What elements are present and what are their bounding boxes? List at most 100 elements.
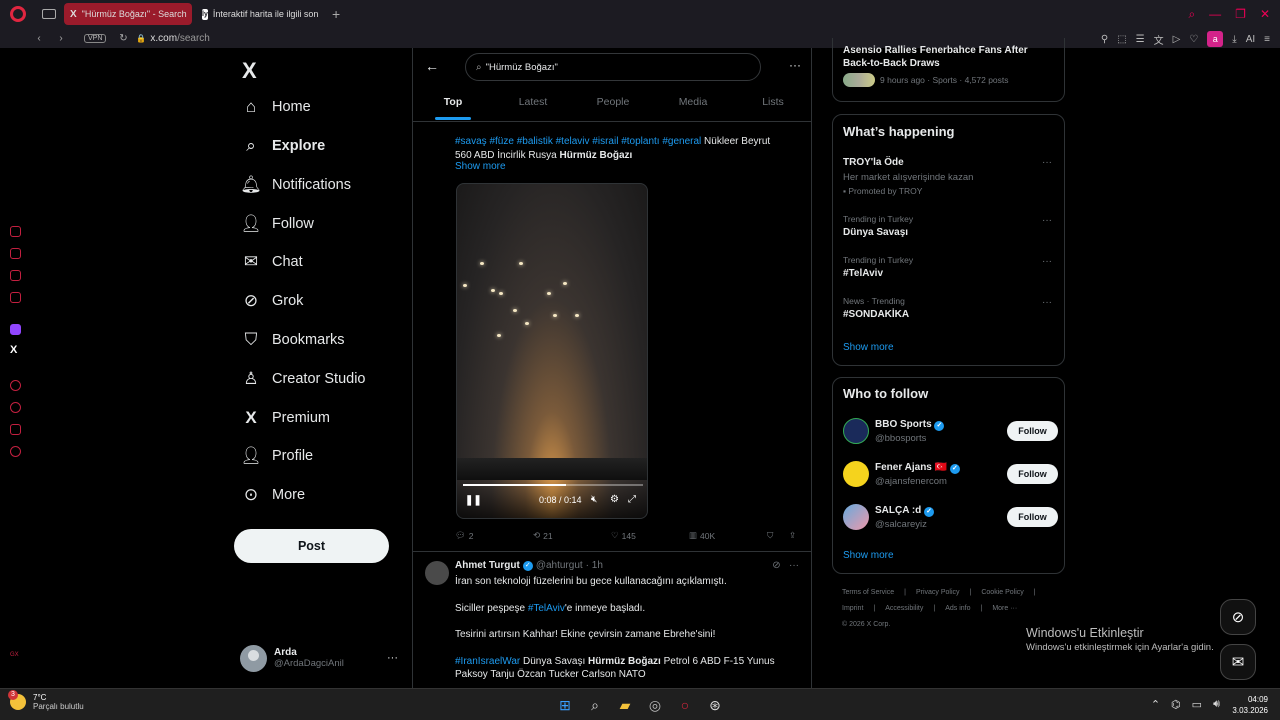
back-icon[interactable]: ‹ [30, 33, 48, 44]
display-icon[interactable]: ▭ [1192, 698, 1202, 711]
gx-icon[interactable]: GX [10, 652, 19, 658]
footer-link[interactable]: More ··· [992, 605, 1017, 612]
steam-icon[interactable]: ◎ [646, 696, 664, 714]
share-button[interactable]: ⇪ [789, 530, 796, 541]
follow-button[interactable]: Follow [1007, 421, 1058, 441]
back-arrow-icon[interactable]: ← [425, 58, 439, 74]
heart-icon[interactable]: ♡ [1189, 34, 1198, 45]
nav-creator-studio[interactable]: ♙ Creator Studio [240, 364, 365, 394]
easy-setup-icon[interactable]: ☰ [1136, 34, 1145, 45]
weather-widget[interactable]: 3 7°C Parçalı bulutlu [8, 690, 84, 711]
grok-fab-icon[interactable]: ⊘ [1220, 599, 1256, 635]
nav-follow[interactable]: 👤︎ Follow [240, 209, 314, 239]
footer-link[interactable]: Privacy Policy [916, 589, 960, 596]
tab-latest[interactable]: Latest [493, 90, 573, 122]
retweet-button[interactable]: ⟲ 21 [533, 530, 553, 541]
tab-lists[interactable]: Lists [733, 90, 811, 122]
ai-button[interactable]: AI [1246, 34, 1255, 45]
follow-suggestion[interactable]: BBO Sports ✓ @bbosports Follow [843, 418, 1058, 446]
close-icon[interactable]: ✕ [1260, 7, 1270, 22]
tab-inactive[interactable]: ly İnteraktif harita ile ilgili son [196, 3, 324, 25]
url-field[interactable]: x.com/search [150, 33, 209, 44]
more-icon[interactable]: ··· [789, 560, 799, 571]
settings-icon[interactable]: ⚙ [610, 494, 619, 505]
more-icon[interactable]: ··· [789, 58, 801, 72]
show-more-link[interactable]: Show more [843, 550, 894, 561]
forward-icon[interactable]: › [52, 33, 70, 44]
search-input[interactable]: ⌕ "Hürmüz Boğazı" [465, 53, 761, 81]
maximize-icon[interactable]: ❐ [1235, 7, 1246, 22]
like-button[interactable]: ♡ 145 [611, 530, 636, 541]
reply-button[interactable]: 💬︎ 2 [455, 530, 474, 541]
nav-notifications[interactable]: 🔔︎ Notifications [240, 170, 351, 200]
hashtag[interactable]: #IranIsraelWar [455, 656, 520, 667]
follow-button[interactable]: Follow [1007, 507, 1058, 527]
file-explorer-icon[interactable]: ▰ [616, 696, 634, 714]
nav-explore[interactable]: ⌕ Explore [240, 131, 325, 161]
extension-icon[interactable]: a [1207, 31, 1224, 47]
search-icon[interactable]: ⌕ [586, 696, 604, 714]
opera-icon[interactable]: ○ [676, 696, 694, 714]
post-button[interactable]: Post [234, 529, 389, 563]
clock[interactable]: 04:09 3.03.2026 [1232, 694, 1268, 716]
footer-link[interactable]: Accessibility [885, 605, 923, 612]
trend-item[interactable]: Trending in Turkey Dünya Savaşı [843, 214, 913, 238]
follow-button[interactable]: Follow [1007, 464, 1058, 484]
translate-icon[interactable]: 文 [1154, 32, 1164, 47]
author-name[interactable]: Ahmet Turgut [455, 560, 520, 571]
trend-item[interactable]: News · Trending #SONDAKİKA [843, 296, 909, 320]
tab-active[interactable]: X "Hürmüz Boğazı" - Search [64, 3, 192, 25]
bookmark-button[interactable]: ⛉ [767, 530, 773, 541]
account-switcher[interactable]: Arda @ArdaDagciAnil ··· [240, 644, 408, 672]
follow-suggestion[interactable]: Fener Ajans 🇹🇷 ✓ @ajansfenercom Follow [843, 461, 1058, 489]
vpn-badge[interactable]: VPN [84, 33, 107, 43]
views-button[interactable]: ▥ 40K [689, 530, 715, 541]
nav-chat[interactable]: ✉ Chat [240, 247, 303, 277]
download-icon[interactable]: ⤓ [1232, 34, 1236, 45]
pinboard-icon[interactable] [10, 424, 21, 435]
menu-icon[interactable]: ≡ [1264, 34, 1270, 45]
nav-premium[interactable]: X Premium [240, 403, 330, 433]
tab-top[interactable]: Top [413, 90, 493, 122]
m-icon[interactable] [10, 292, 21, 303]
more-icon[interactable]: ··· [1042, 215, 1052, 226]
grok-icon[interactable]: ⊘ [772, 560, 780, 571]
x-logo-icon[interactable]: X [242, 58, 257, 84]
player-icon[interactable] [10, 380, 21, 391]
nav-more[interactable]: ⊙ More [240, 480, 305, 510]
footer-link[interactable]: Imprint [842, 605, 863, 612]
volume-icon[interactable]: 🔊︎ [1213, 698, 1220, 711]
x-sidebar-icon[interactable]: X [10, 344, 17, 356]
more-icon[interactable]: ··· [387, 652, 398, 664]
shopping-icon[interactable] [10, 248, 21, 259]
more-icon[interactable]: ··· [1042, 297, 1052, 308]
search-icon[interactable]: ⌕ [1188, 7, 1195, 22]
follow-suggestion[interactable]: SALÇA :d ✓ @salcareyiz Follow [843, 504, 1058, 532]
trend-item-promoted[interactable]: TROY'la Öde Her market alışverişinde kaz… [843, 157, 1053, 196]
hashtag[interactable]: #TelAviv [528, 603, 565, 614]
fullscreen-icon[interactable]: ⤢ [628, 494, 636, 505]
network-icon[interactable]: ⌬ [1171, 698, 1181, 711]
messages-fab-icon[interactable]: ✉ [1220, 644, 1256, 680]
twitch-icon[interactable] [10, 324, 21, 335]
footer-link[interactable]: Terms of Service [842, 589, 894, 596]
reload-icon[interactable]: ↻ [114, 33, 132, 44]
ai-icon[interactable] [10, 226, 21, 237]
nav-home[interactable]: ⌂ Home [240, 92, 311, 122]
avatar[interactable] [425, 561, 449, 585]
author-handle[interactable]: @ahturgut [536, 560, 583, 571]
app-icon[interactable]: ⊛ [706, 696, 724, 714]
more-icon[interactable]: ··· [1042, 157, 1052, 168]
news-card[interactable]: Asensio Rallies Fenerbahce Fans After Ba… [832, 38, 1065, 102]
footer-link[interactable]: Cookie Policy [981, 589, 1023, 596]
new-tab-button[interactable]: + [332, 6, 340, 22]
nav-profile[interactable]: 👤︎ Profile [240, 441, 313, 471]
hashtags[interactable]: #savaş #füze #balistik #telaviv #israil … [455, 136, 701, 147]
pin-icon[interactable]: ⚲ [1101, 34, 1108, 45]
nav-grok[interactable]: ⊘ Grok [240, 286, 304, 316]
footer-link[interactable]: Ads info [945, 605, 970, 612]
messenger-icon[interactable] [10, 270, 21, 281]
show-more-link[interactable]: Show more [455, 161, 506, 172]
nav-bookmarks[interactable]: ⛉ Bookmarks [240, 325, 345, 355]
more-icon[interactable]: ··· [1042, 256, 1052, 267]
